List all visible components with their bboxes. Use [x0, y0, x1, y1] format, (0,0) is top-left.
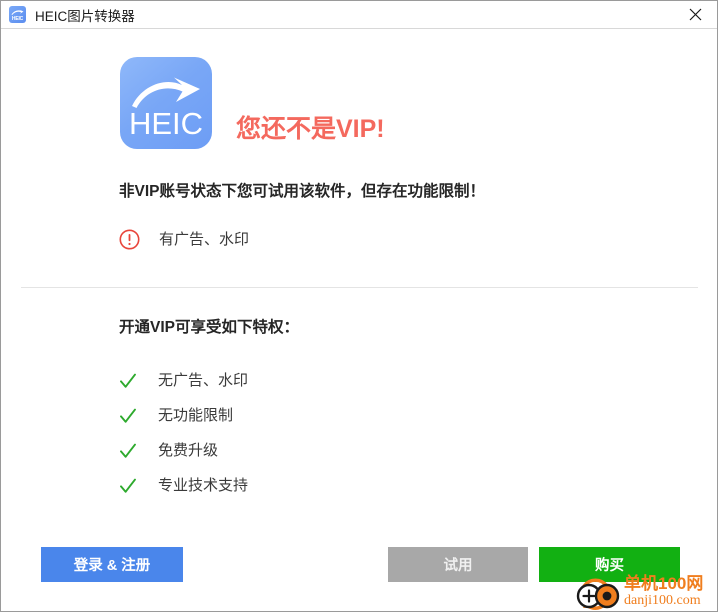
- privileges-title: 开通VIP可享受如下特权：: [119, 319, 299, 336]
- vip-promo-window: HEIC HEIC图片转换器 HEIC 您还不是VIP! 非VIP账号状态下您可…: [0, 0, 718, 612]
- privileges-list: 无广告、水印 无功能限制 免费升级 专业技术支持: [119, 363, 519, 503]
- privilege-label: 无广告、水印: [158, 372, 249, 389]
- privilege-label: 无功能限制: [158, 407, 234, 424]
- section-divider: [21, 287, 698, 288]
- app-icon-arrow-icon: [11, 9, 24, 15]
- buy-button[interactable]: 购买: [539, 547, 680, 582]
- window-title: HEIC图片转换器: [35, 8, 135, 24]
- check-icon: [120, 478, 136, 493]
- close-button[interactable]: [673, 1, 717, 27]
- list-item: 专业技术支持: [119, 468, 519, 503]
- watermark-site-url: danji100.com: [624, 592, 701, 608]
- close-icon: [689, 8, 701, 20]
- privilege-label: 免费升级: [158, 442, 219, 459]
- check-icon: [120, 408, 136, 423]
- list-item: 无功能限制: [119, 398, 519, 433]
- check-icon: [120, 443, 136, 458]
- list-item: 无广告、水印: [119, 363, 519, 398]
- nonvip-description: 非VIP账号状态下您可试用该软件，但存在功能限制！: [119, 183, 485, 200]
- app-icon-label: HEIC: [11, 16, 24, 22]
- heic-logo-label: HEIC: [128, 106, 204, 141]
- title-bar: HEIC HEIC图片转换器: [1, 1, 717, 29]
- heic-logo: HEIC: [120, 57, 212, 149]
- privilege-label: 专业技术支持: [158, 477, 249, 494]
- check-icon: [120, 373, 136, 388]
- limitation-row: 有广告、水印: [119, 229, 249, 250]
- limitation-label: 有广告、水印: [159, 231, 250, 248]
- login-register-button[interactable]: 登录 & 注册: [41, 547, 183, 582]
- list-item: 免费升级: [119, 433, 519, 468]
- vip-headline: 您还不是VIP!: [236, 115, 385, 143]
- heic-app-icon: HEIC: [9, 6, 26, 23]
- trial-button[interactable]: 试用: [388, 547, 528, 582]
- hero-section: HEIC 您还不是VIP!: [1, 28, 717, 168]
- exclamation-circle-icon: [119, 229, 140, 250]
